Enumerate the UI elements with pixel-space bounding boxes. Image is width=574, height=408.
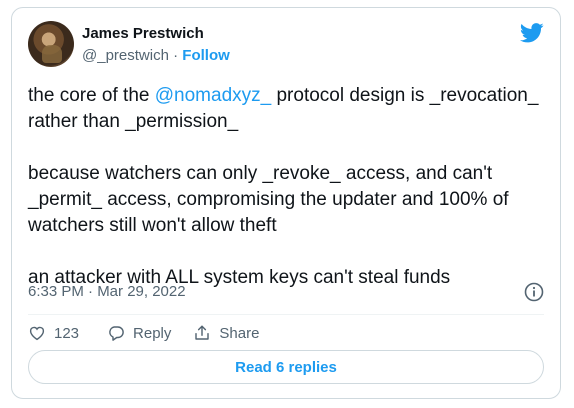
info-icon[interactable]	[524, 282, 544, 302]
tweet-paragraph-2: because watchers can only _revoke_ acces…	[28, 163, 509, 236]
likes-count: 123	[54, 324, 80, 342]
twitter-bird-icon[interactable]	[520, 23, 544, 43]
action-bar: 123 Reply Share	[28, 320, 259, 346]
avatar[interactable]	[28, 21, 74, 67]
reply-icon	[109, 326, 124, 341]
author-handle[interactable]: @_prestwich	[82, 47, 169, 64]
tweet-text: the core of the @nomadxyz_ protocol desi…	[28, 83, 548, 291]
handle-separator: ·	[173, 47, 179, 64]
read-replies-label: Read 6 replies	[235, 358, 337, 376]
reply-button[interactable]: Reply	[107, 324, 171, 342]
like-button[interactable]: 123	[28, 324, 79, 342]
follow-link[interactable]: Follow	[182, 47, 230, 64]
heart-icon	[29, 326, 45, 341]
tweet-timestamp[interactable]: 6:33 PM · Mar 29, 2022	[28, 283, 186, 300]
reply-label: Reply	[133, 324, 172, 342]
author-name[interactable]: James Prestwich	[82, 25, 204, 42]
tweet-text-prefix: the core of the	[28, 85, 155, 106]
share-label: Share	[219, 324, 260, 342]
share-button[interactable]: Share	[193, 324, 259, 342]
mention-link[interactable]: @nomadxyz_	[155, 85, 271, 106]
divider	[28, 314, 544, 315]
tweet-card: James Prestwich @_prestwich · Follow the…	[11, 7, 561, 399]
handle-row: @_prestwich · Follow	[82, 47, 230, 64]
read-replies-button[interactable]: Read 6 replies	[28, 350, 544, 384]
share-icon	[195, 325, 210, 340]
tweet-paragraph-1: the core of the @nomadxyz_ protocol desi…	[28, 83, 548, 135]
